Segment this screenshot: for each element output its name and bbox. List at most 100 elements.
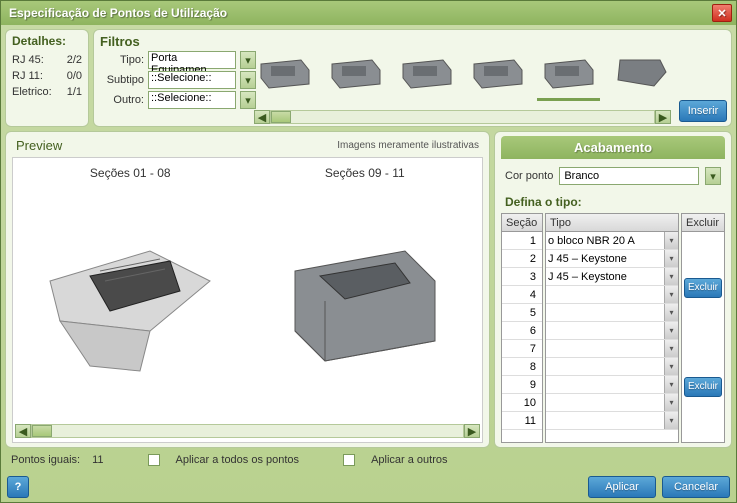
preview-scroll-thumb[interactable] — [32, 425, 52, 437]
aplicar-outros-label: Aplicar a outros — [371, 454, 447, 466]
tipo-cell-dropdown[interactable]: ▾ — [664, 250, 678, 267]
tipo-cell-dropdown[interactable]: ▾ — [664, 286, 678, 303]
tipo-cell[interactable]: ▾ — [546, 304, 678, 322]
chevron-down-icon: ▾ — [245, 54, 251, 67]
close-button[interactable]: ✕ — [712, 4, 732, 22]
preview-scroll-left[interactable]: ◀ — [15, 424, 31, 438]
detalhes-row: Eletrico:1/1 — [12, 84, 82, 100]
excluir-button-1[interactable]: Excluir — [684, 278, 722, 298]
titlebar: Especificação de Pontos de Utilização ✕ — [1, 1, 736, 25]
detalhes-row: RJ 45:2/2 — [12, 52, 82, 68]
thumb-6[interactable] — [608, 43, 671, 101]
tipo-cell[interactable]: J 45 – Keystone▾ — [546, 250, 678, 268]
thumb-4[interactable] — [466, 43, 529, 101]
section-2-label: Seções 09 - 11 — [325, 166, 405, 180]
detalhes-row: RJ 11:0/0 — [12, 68, 82, 84]
thumb-scrollbar[interactable]: ◀ ▶ — [254, 110, 671, 124]
tipo-cell-dropdown[interactable]: ▾ — [664, 322, 678, 339]
preview-heading: Preview — [16, 138, 62, 153]
tipo-cell-dropdown[interactable]: ▾ — [664, 358, 678, 375]
aplicar-todos-label: Aplicar a todos os pontos — [176, 454, 300, 466]
cor-ponto-select[interactable]: Branco — [559, 167, 699, 185]
table-row: 7 — [502, 340, 542, 358]
tipo-cell[interactable]: ▾ — [546, 412, 678, 430]
defina-tipo-label: Defina o tipo: — [501, 193, 725, 211]
tipo-cell-dropdown[interactable]: ▾ — [664, 412, 678, 429]
thumb-3[interactable] — [396, 43, 459, 101]
table-row: 9 — [502, 376, 542, 394]
scroll-thumb[interactable] — [271, 111, 291, 123]
preview-scroll-right[interactable]: ▶ — [464, 424, 480, 438]
table-row: 10 — [502, 394, 542, 412]
help-button[interactable]: ? — [7, 476, 29, 498]
section-2-image — [256, 188, 475, 414]
outro-select[interactable]: ::Selecione:: — [148, 91, 236, 109]
table-row: 3 — [502, 268, 542, 286]
tipo-cell[interactable]: ▾ — [546, 286, 678, 304]
subtipo-select[interactable]: ::Selecione:: — [148, 71, 236, 89]
tipo-cell[interactable]: J 45 – Keystone▾ — [546, 268, 678, 286]
tipo-cell-dropdown[interactable]: ▾ — [664, 376, 678, 393]
excluir-header: Excluir — [682, 214, 724, 232]
tipo-cell-dropdown[interactable]: ▾ — [664, 232, 678, 249]
tipo-cell[interactable]: ▾ — [546, 358, 678, 376]
table-row: 5 — [502, 304, 542, 322]
tipo-cell-dropdown[interactable]: ▾ — [664, 268, 678, 285]
preview-scroll-track[interactable] — [31, 424, 464, 438]
cor-ponto-label: Cor ponto — [505, 170, 553, 182]
tipo-cell[interactable]: ▾ — [546, 394, 678, 412]
preview-panel: Preview Imagens meramente ilustrativas S… — [5, 131, 490, 448]
thumb-strip — [254, 36, 671, 108]
outro-label: Outro: — [100, 94, 144, 106]
window-title: Especificação de Pontos de Utilização — [5, 6, 712, 20]
table-row: 6 — [502, 322, 542, 340]
tipo-cell-dropdown[interactable]: ▾ — [664, 340, 678, 357]
aplicar-todos-checkbox[interactable] — [148, 454, 160, 466]
footer: ? Aplicar Cancelar — [1, 472, 736, 502]
thumb-5-selected[interactable] — [537, 43, 600, 101]
tipo-header: Tipo — [546, 214, 678, 232]
tipo-column: Tipo o bloco NBR 20 A▾J 45 – Keystone▾J … — [545, 213, 679, 443]
chevron-left-icon: ◀ — [258, 111, 266, 124]
excluir-column: Excluir Excluir Excluir — [681, 213, 725, 443]
thumb-2[interactable] — [325, 43, 388, 101]
tipo-cell[interactable]: ▾ — [546, 376, 678, 394]
aplicar-outros-checkbox[interactable] — [343, 454, 355, 466]
acabamento-panel: Acabamento Cor ponto Branco ▾ Defina o t… — [494, 131, 732, 448]
cor-ponto-dropdown[interactable]: ▾ — [705, 167, 721, 185]
table-row: 2 — [502, 250, 542, 268]
tipo-cell[interactable]: ▾ — [546, 322, 678, 340]
pontos-iguais-label: Pontos iguais: — [11, 454, 80, 466]
secao-header: Seção — [502, 214, 542, 232]
excluir-button-2[interactable]: Excluir — [684, 377, 722, 397]
scroll-track[interactable] — [270, 110, 655, 124]
dialog-window: Especificação de Pontos de Utilização ✕ … — [0, 0, 737, 503]
table-row: 11 — [502, 412, 542, 430]
scroll-right-button[interactable]: ▶ — [655, 110, 671, 124]
filtros-panel: Filtros Tipo: Porta Equipamen ▾ Subtipo … — [93, 29, 732, 127]
table-row: 4 — [502, 286, 542, 304]
tipo-cell-dropdown[interactable]: ▾ — [664, 304, 678, 321]
secao-column: Seção 1234567891011 — [501, 213, 543, 443]
subtipo-label: Subtipo — [100, 74, 144, 86]
section-1-label: Seções 01 - 08 — [90, 166, 171, 180]
tipo-cell[interactable]: o bloco NBR 20 A▾ — [546, 232, 678, 250]
chevron-right-icon: ▶ — [659, 111, 667, 124]
preview-scrollbar[interactable]: ◀ ▶ — [15, 424, 480, 440]
tipo-label: Tipo: — [100, 54, 144, 66]
inserir-button[interactable]: Inserir — [679, 100, 727, 122]
tipo-cell-dropdown[interactable]: ▾ — [664, 394, 678, 411]
acabamento-heading: Acabamento — [501, 136, 725, 159]
tipo-cell[interactable]: ▾ — [546, 340, 678, 358]
cancelar-button[interactable]: Cancelar — [662, 476, 730, 498]
aplicar-button[interactable]: Aplicar — [588, 476, 656, 498]
detalhes-panel: Detalhes: RJ 45:2/2 RJ 11:0/0 Eletrico:1… — [5, 29, 89, 127]
chevron-right-icon: ▶ — [468, 425, 476, 438]
tipo-select[interactable]: Porta Equipamen — [148, 51, 236, 69]
table-row: 8 — [502, 358, 542, 376]
preview-body: Seções 01 - 08 — [12, 157, 483, 443]
thumb-1[interactable] — [254, 43, 317, 101]
scroll-left-button[interactable]: ◀ — [254, 110, 270, 124]
close-icon: ✕ — [717, 7, 726, 20]
pontos-iguais-value: 11 — [92, 454, 103, 466]
